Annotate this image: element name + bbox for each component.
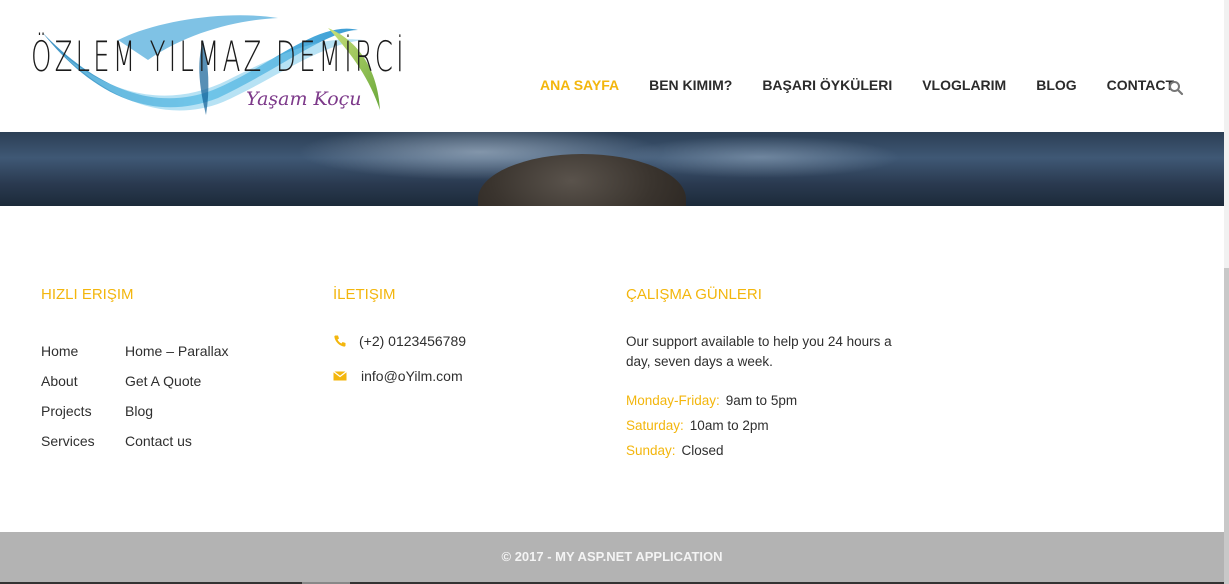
search-icon (1169, 81, 1184, 96)
scrollbar-thumb[interactable] (1224, 268, 1229, 584)
hours-day-label: Saturday: (626, 418, 684, 433)
envelope-icon (333, 371, 347, 381)
hours-day-label: Sunday: (626, 443, 676, 458)
hero-rock (478, 154, 686, 206)
nav-item-ana-sayfa[interactable]: ANA SAYFA (540, 77, 619, 93)
hero-image-strip (0, 132, 1224, 206)
footer-link-home-parallax[interactable]: Home – Parallax (125, 343, 229, 359)
copyright-text: © 2017 - MY ASP.NET APPLICATION (501, 549, 723, 564)
nav-item-blog[interactable]: BLOG (1036, 77, 1076, 93)
nav-item-contact[interactable]: CONTACT (1107, 77, 1174, 93)
copyright-bar: © 2017 - MY ASP.NET APPLICATION (0, 532, 1224, 584)
footer-link-blog[interactable]: Blog (125, 403, 153, 419)
hours-day-label: Monday-Friday: (626, 393, 720, 408)
contact-phone-text[interactable]: (+2) 0123456789 (359, 333, 466, 349)
contact-heading: İLETIŞIM (333, 286, 396, 303)
footer-link-home[interactable]: Home (41, 343, 78, 359)
logo-tagline-text: Yaşam Koçu (246, 88, 362, 110)
footer-link-projects[interactable]: Projects (41, 403, 92, 419)
search-button[interactable] (1168, 80, 1184, 96)
quick-links-heading: HIZLI ERIŞIM (41, 286, 134, 303)
phone-icon (334, 335, 346, 347)
hours-row-weekdays: Monday-Friday: 9am to 5pm (626, 393, 797, 408)
footer-link-contact-us[interactable]: Contact us (125, 433, 192, 449)
footer-link-services[interactable]: Services (41, 433, 95, 449)
nav-item-basari-oykuleri[interactable]: BAŞARI ÖYKÜLERI (762, 77, 892, 93)
hours-time-value: 10am to 2pm (689, 418, 769, 433)
contact-email: info@oYilm.com (333, 368, 463, 384)
site-logo[interactable]: ÖZLEM YILMAZ DEMİRCİ Yaşam Koçu (28, 10, 404, 122)
main-navigation: ANA SAYFA BEN KIMIM? BAŞARI ÖYKÜLERI VLO… (540, 77, 1174, 93)
hours-time-value: Closed (681, 443, 724, 458)
footer-link-get-a-quote[interactable]: Get A Quote (125, 373, 201, 389)
site-header: ÖZLEM YILMAZ DEMİRCİ Yaşam Koçu ANA SAYF… (0, 0, 1224, 132)
contact-email-text[interactable]: info@oYilm.com (361, 368, 463, 384)
hours-row-saturday: Saturday: 10am to 2pm (626, 418, 769, 433)
contact-phone: (+2) 0123456789 (333, 333, 466, 349)
hours-time-value: 9am to 5pm (725, 393, 798, 408)
footer-link-about[interactable]: About (41, 373, 78, 389)
nav-item-vloglarim[interactable]: VLOGLARIM (922, 77, 1006, 93)
logo-name-text: ÖZLEM YILMAZ DEMİRCİ (31, 32, 407, 81)
hours-row-sunday: Sunday: Closed (626, 443, 724, 458)
hours-heading: ÇALIŞMA GÜNLERI (626, 286, 762, 303)
page-scrollbar[interactable] (1224, 0, 1229, 584)
nav-item-ben-kimim[interactable]: BEN KIMIM? (649, 77, 732, 93)
support-description: Our support available to help you 24 hou… (626, 334, 892, 369)
